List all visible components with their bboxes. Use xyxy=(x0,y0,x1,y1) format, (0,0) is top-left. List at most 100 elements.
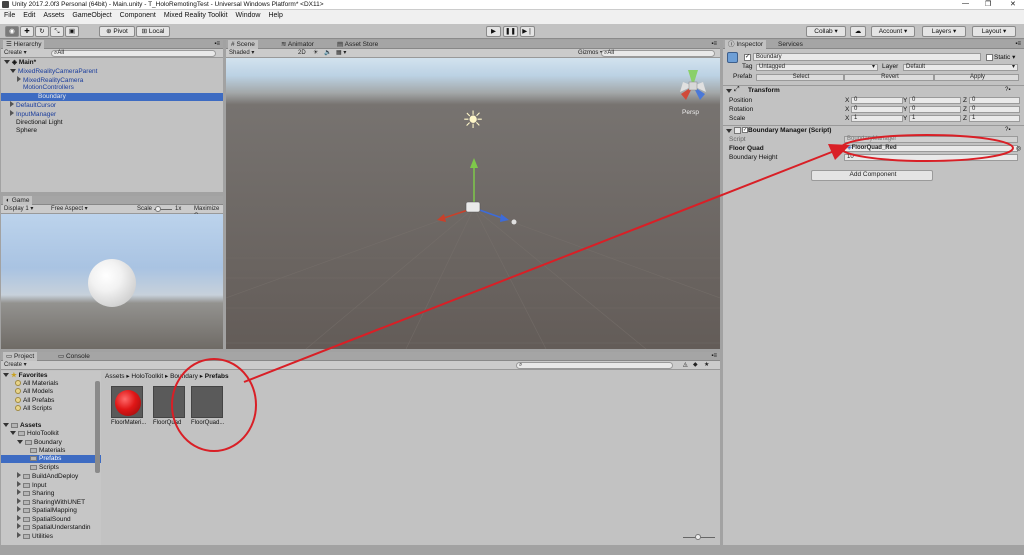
menu-file[interactable]: File xyxy=(0,10,19,21)
tree-materials[interactable]: Materials xyxy=(30,447,65,455)
tree-boundary[interactable]: Boundary xyxy=(17,439,62,447)
shading-mode-dropdown[interactable]: Shaded ▾ xyxy=(229,50,254,57)
tab-inspector[interactable]: ⓘ Inspector xyxy=(725,40,767,49)
rotation-z-field[interactable]: 0 xyxy=(969,106,1020,113)
project-create-button[interactable]: Create ▾ xyxy=(4,362,27,369)
tree-scrollbar[interactable] xyxy=(95,381,100,473)
maximize-button[interactable]: ❐ xyxy=(985,0,991,8)
tree-spatialmapping[interactable]: SpatialMapping xyxy=(17,506,77,515)
add-component-button[interactable]: Add Component xyxy=(811,170,933,181)
menu-mixed-reality-toolkit[interactable]: Mixed Reality Toolkit xyxy=(160,10,232,21)
object-picker-icon[interactable]: ◎ xyxy=(1016,145,1021,152)
local-toggle[interactable]: ⊞ Local xyxy=(136,26,170,37)
display-dropdown[interactable]: Display 1 ▾ xyxy=(4,206,33,213)
tab-services[interactable]: Services xyxy=(775,40,806,49)
scale-y-field[interactable]: 1 xyxy=(909,115,961,122)
menu-component[interactable]: Component xyxy=(116,10,160,21)
boundary-height-field[interactable]: 10 xyxy=(844,154,1018,161)
position-x-field[interactable]: 0 xyxy=(851,97,903,104)
play-button[interactable]: ▶ xyxy=(486,26,501,37)
perspective-label[interactable]: Persp xyxy=(682,109,699,116)
menu-gameobject[interactable]: GameObject xyxy=(68,10,115,21)
aspect-dropdown[interactable]: Free Aspect ▾ xyxy=(51,206,88,213)
favorites-header[interactable]: ★ Favorites xyxy=(3,372,48,380)
effects-toggle-icon[interactable]: ▦ ▾ xyxy=(336,50,346,57)
position-z-field[interactable]: 0 xyxy=(969,97,1020,104)
transform-header[interactable]: ⤢ Transform ?▪ xyxy=(723,85,1024,95)
prefab-select-button[interactable]: Select xyxy=(756,74,844,81)
layer-dropdown[interactable]: Default ▾ xyxy=(903,64,1018,71)
tab-asset-store[interactable]: ▤ Asset Store xyxy=(334,40,381,49)
collab-dropdown[interactable]: Collab ▾ xyxy=(806,26,846,37)
tree-holotoolkit[interactable]: HoloToolkit xyxy=(10,430,59,438)
rotation-x-field[interactable]: 0 xyxy=(851,106,903,113)
breadcrumb-prefabs[interactable]: Prefabs xyxy=(205,373,229,380)
directional-light-icon[interactable]: ☀ xyxy=(460,108,486,134)
audio-toggle-icon[interactable]: 🔈 xyxy=(324,50,331,57)
tree-buildanddeploy[interactable]: BuildAndDeploy xyxy=(17,472,78,481)
move-tool-button[interactable]: ✚ xyxy=(20,26,34,37)
step-button[interactable]: ▶❘ xyxy=(520,26,535,37)
rect-tool-button[interactable]: ▣ xyxy=(65,26,79,37)
hierarchy-item-motioncontrollers[interactable]: MotionControllers xyxy=(23,84,74,92)
object-name-input[interactable]: Boundary xyxy=(753,53,981,61)
pivot-toggle[interactable]: ⊕ Pivot xyxy=(99,26,135,37)
menu-window[interactable]: Window xyxy=(232,10,265,21)
tag-dropdown[interactable]: Untagged ▾ xyxy=(756,64,878,71)
tab-project[interactable]: ▭ Project xyxy=(3,352,38,361)
scale-slider-thumb[interactable] xyxy=(155,206,161,212)
active-checkbox[interactable]: ✓ xyxy=(744,54,751,61)
breadcrumb-holotoolkit[interactable]: HoloToolkit xyxy=(131,373,163,380)
tab-console[interactable]: ▭ Console xyxy=(55,352,93,361)
filter-label-icon[interactable]: ◆ xyxy=(693,362,698,369)
help-icon[interactable]: ?▪ xyxy=(1005,127,1010,133)
2d-toggle[interactable]: 2D xyxy=(298,50,306,57)
static-checkbox[interactable] xyxy=(986,54,993,61)
favorite-all-models[interactable]: All Models xyxy=(15,388,53,396)
favorite-all-materials[interactable]: All Materials xyxy=(15,380,58,388)
tab-animator[interactable]: ≋ Animator xyxy=(278,40,317,49)
prefab-apply-button[interactable]: Apply xyxy=(934,74,1019,81)
hierarchy-item-defaultcursor[interactable]: DefaultCursor xyxy=(10,101,56,110)
panel-menu-icon[interactable]: ▪≡ xyxy=(1015,41,1021,47)
asset-floormaterial[interactable]: FloorMateri... xyxy=(111,386,146,428)
layout-dropdown[interactable]: Layout ▾ xyxy=(972,26,1016,37)
hierarchy-item-mixedrealitycameraparent[interactable]: MixedRealityCameraParent xyxy=(10,68,97,76)
hierarchy-selected-row[interactable]: Boundary xyxy=(1,93,223,101)
rotation-y-field[interactable]: 0 xyxy=(909,106,961,113)
scale-tool-button[interactable]: ⤡ xyxy=(50,26,64,37)
panel-menu-icon[interactable]: ▪≡ xyxy=(214,41,220,47)
tab-scene[interactable]: # Scene xyxy=(228,40,258,49)
hierarchy-search-input[interactable]: ⌕All xyxy=(51,50,216,57)
orientation-gizmo[interactable] xyxy=(678,68,708,108)
asset-floorquad-red[interactable]: FloorQuad... xyxy=(191,386,225,428)
boundary-manager-header[interactable]: ✓ Boundary Manager (Script) ?▪ xyxy=(723,125,1024,135)
rotate-tool-button[interactable]: ↻ xyxy=(35,26,49,37)
hierarchy-item-inputmanager[interactable]: InputManager xyxy=(10,110,56,119)
menu-assets[interactable]: Assets xyxy=(39,10,68,21)
menu-edit[interactable]: Edit xyxy=(19,10,39,21)
prefab-revert-button[interactable]: Revert xyxy=(844,74,934,81)
favorite-star-icon[interactable]: ★ xyxy=(704,362,709,369)
scene-search-input[interactable]: ⌕All xyxy=(601,50,715,57)
pause-button[interactable]: ❚❚ xyxy=(503,26,518,37)
tree-prefabs-selected[interactable]: Prefabs xyxy=(1,455,101,463)
help-icon[interactable]: ?▪ xyxy=(1005,87,1010,93)
account-dropdown[interactable]: Account ▾ xyxy=(871,26,915,37)
project-search-input[interactable]: ⌕ xyxy=(516,362,673,369)
breadcrumb-boundary[interactable]: Boundary xyxy=(170,373,198,380)
asset-floorquad[interactable]: FloorQuad xyxy=(153,386,187,428)
scene-viewport[interactable]: ☀ Persp xyxy=(226,58,720,349)
filter-type-icon[interactable]: ◬ xyxy=(683,362,688,369)
lighting-toggle-icon[interactable]: ☀ xyxy=(313,50,318,57)
floor-quad-field[interactable]: ◈FloorQuad_Red xyxy=(844,145,1018,152)
assets-header[interactable]: Assets xyxy=(3,422,41,430)
tree-spatialunderstanding[interactable]: SpatialUnderstandin xyxy=(17,523,91,532)
hierarchy-item-directional-light[interactable]: Directional Light xyxy=(16,119,63,127)
tab-game[interactable]: ◐ Game xyxy=(3,196,33,205)
maximize-on-play-toggle[interactable]: Maximize C xyxy=(194,206,223,219)
tree-sharing[interactable]: Sharing xyxy=(17,489,54,498)
icon-size-slider-thumb[interactable] xyxy=(695,534,701,540)
layers-dropdown[interactable]: Layers ▾ xyxy=(922,26,966,37)
favorite-all-scripts[interactable]: All Scripts xyxy=(15,405,52,413)
